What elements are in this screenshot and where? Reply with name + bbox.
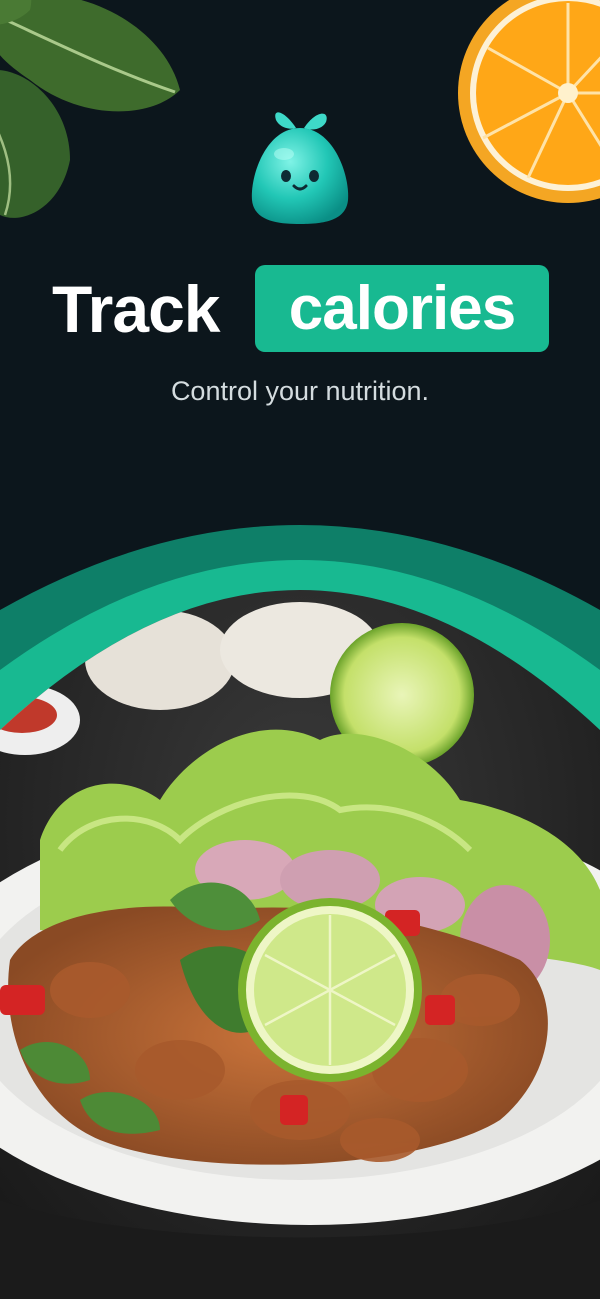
orange-slice-icon (458, 0, 600, 203)
mascot-icon (251, 112, 349, 224)
subtitle: Control your nutrition. (170, 376, 430, 406)
headline-word-track: Track (52, 272, 220, 346)
food-photo-illustration (0, 525, 600, 1299)
headline-highlight-pill: calories (255, 265, 549, 352)
spinach-leaf-icon (0, 0, 180, 218)
onboarding-screen: Track calories Control your nutrition. (0, 0, 600, 1299)
headline: Track calories (0, 262, 600, 356)
headline-word-calories: calories (288, 274, 516, 343)
food-photo-scene (0, 510, 600, 1299)
